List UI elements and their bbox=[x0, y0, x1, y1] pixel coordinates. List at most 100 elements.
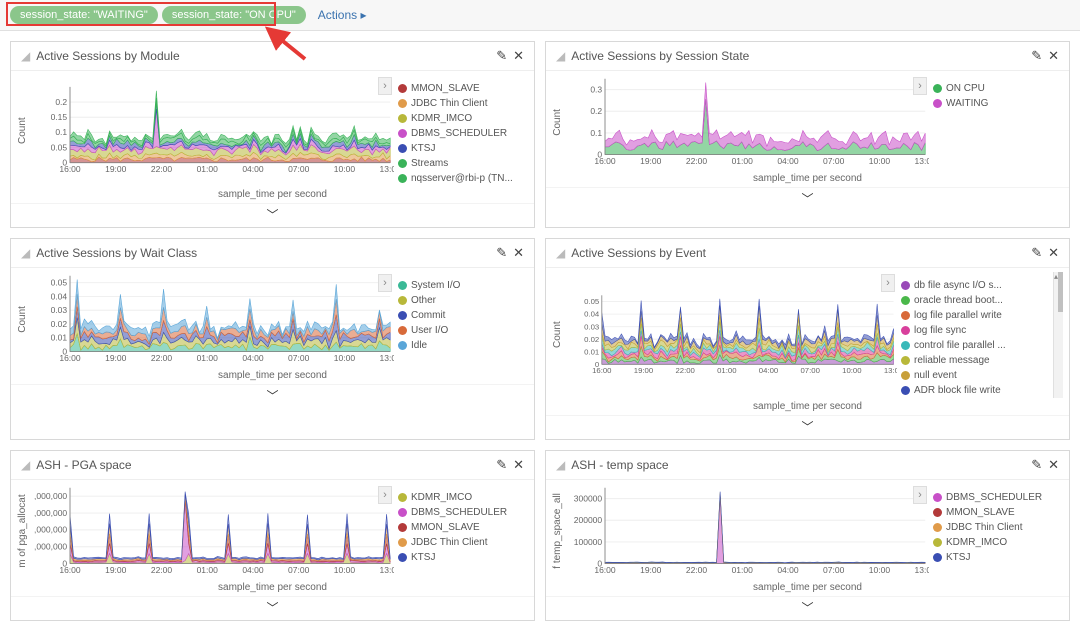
legend-item[interactable]: JDBC Thin Client bbox=[398, 535, 528, 550]
legend-item[interactable]: KDMR_IMCO bbox=[933, 535, 1063, 550]
collapse-button[interactable]: ﹀ bbox=[11, 203, 534, 227]
legend-item[interactable]: ON CPU bbox=[933, 81, 1063, 96]
svg-text:40,000,000: 40,000,000 bbox=[34, 491, 67, 501]
remove-button[interactable]: ✕ bbox=[513, 457, 524, 473]
collapse-button[interactable]: ﹀ bbox=[546, 415, 1069, 439]
expand-button[interactable]: › bbox=[378, 77, 392, 95]
chart-area[interactable]: › 00.010.020.030.040.0516:0019:0022:0001… bbox=[34, 272, 394, 367]
svg-text:10:00: 10:00 bbox=[842, 366, 861, 375]
legend-label: DBMS_SCHEDULER bbox=[411, 505, 507, 520]
legend: DBMS_SCHEDULERMMON_SLAVEJDBC Thin Client… bbox=[933, 484, 1063, 579]
legend-label: MMON_SLAVE bbox=[411, 520, 480, 535]
edit-button[interactable]: ✎ bbox=[496, 457, 507, 473]
svg-text:0.02: 0.02 bbox=[51, 319, 68, 329]
chart-area[interactable]: › 00.10.20.316:0019:0022:0001:0004:0007:… bbox=[569, 75, 929, 170]
edit-button[interactable]: ✎ bbox=[1031, 48, 1042, 64]
remove-button[interactable]: ✕ bbox=[1048, 48, 1059, 64]
legend-item[interactable]: Idle bbox=[398, 338, 528, 353]
legend-item[interactable]: control file parallel ... bbox=[901, 338, 1049, 353]
collapse-button[interactable]: ﹀ bbox=[546, 596, 1069, 620]
legend-item[interactable]: oracle thread boot... bbox=[901, 293, 1049, 308]
legend-swatch bbox=[933, 84, 942, 93]
legend-item[interactable]: MMON_SLAVE bbox=[398, 81, 528, 96]
chart-area[interactable]: › 010,000,00020,000,00030,000,00040,000,… bbox=[34, 484, 394, 579]
legend-item[interactable]: DBMS_SCHEDULER bbox=[398, 126, 528, 141]
legend-item[interactable]: log file parallel write bbox=[901, 308, 1049, 323]
legend-item[interactable]: JDBC Thin Client bbox=[398, 96, 528, 111]
edit-button[interactable]: ✎ bbox=[1031, 245, 1042, 261]
collapse-button[interactable]: ﹀ bbox=[11, 596, 534, 620]
legend-item[interactable]: KTSJ bbox=[933, 550, 1063, 565]
actions-menu[interactable]: Actions ▸ bbox=[318, 8, 367, 22]
expand-button[interactable]: › bbox=[378, 274, 392, 292]
chart-area[interactable]: › 00.010.020.030.040.0516:0019:0022:0001… bbox=[569, 272, 897, 398]
svg-text:0.3: 0.3 bbox=[590, 84, 602, 94]
svg-text:22:00: 22:00 bbox=[675, 366, 694, 375]
edit-button[interactable]: ✎ bbox=[496, 48, 507, 64]
chart-area[interactable]: › 010000020000030000016:0019:0022:0001:0… bbox=[569, 484, 929, 579]
svg-text:30,000,000: 30,000,000 bbox=[34, 508, 67, 518]
legend-swatch bbox=[901, 356, 910, 365]
legend-item[interactable]: db file async I/O s... bbox=[901, 278, 1049, 293]
expand-button[interactable]: › bbox=[913, 486, 927, 504]
panel-title: Active Sessions by Session State bbox=[571, 49, 1025, 63]
remove-button[interactable]: ✕ bbox=[1048, 457, 1059, 473]
legend-item[interactable]: User I/O bbox=[398, 323, 528, 338]
legend-item[interactable]: KTSJ bbox=[398, 550, 528, 565]
legend-item[interactable]: reliable message bbox=[901, 353, 1049, 368]
legend-label: MMON_SLAVE bbox=[411, 81, 480, 96]
svg-text:0.04: 0.04 bbox=[584, 310, 600, 319]
legend-label: oracle thread boot... bbox=[914, 293, 1003, 308]
legend-item[interactable]: log file sync bbox=[901, 323, 1049, 338]
legend-item[interactable]: ADR block file write bbox=[901, 383, 1049, 398]
chart-area[interactable]: › 00.050.10.150.216:0019:0022:0001:0004:… bbox=[34, 75, 394, 186]
legend-item[interactable]: JDBC Thin Client bbox=[933, 520, 1063, 535]
legend-item[interactable]: Commit bbox=[398, 308, 528, 323]
collapse-button[interactable]: ﹀ bbox=[546, 187, 1069, 211]
svg-text:19:00: 19:00 bbox=[105, 164, 127, 174]
svg-text:22:00: 22:00 bbox=[151, 164, 173, 174]
legend-item[interactable]: System I/O bbox=[398, 278, 528, 293]
panel-wait: ◢ Active Sessions by Wait Class ✎ ✕ Coun… bbox=[10, 238, 535, 440]
remove-button[interactable]: ✕ bbox=[513, 245, 524, 261]
svg-text:0.05: 0.05 bbox=[51, 278, 68, 288]
legend-item[interactable]: KDMR_IMCO bbox=[398, 111, 528, 126]
legend-label: Commit bbox=[411, 308, 445, 323]
legend-label: JDBC Thin Client bbox=[411, 96, 488, 111]
edit-button[interactable]: ✎ bbox=[1031, 457, 1042, 473]
panel-title: Active Sessions by Wait Class bbox=[36, 246, 490, 260]
legend-item[interactable]: MMON_SLAVE bbox=[398, 520, 528, 535]
collapse-button[interactable]: ﹀ bbox=[11, 384, 534, 408]
filter-pill-waiting[interactable]: session_state: "WAITING" bbox=[10, 6, 158, 24]
filter-pill-oncpu[interactable]: session_state: "ON CPU" bbox=[162, 6, 306, 24]
expand-button[interactable]: › bbox=[913, 77, 927, 95]
svg-text:0.05: 0.05 bbox=[51, 142, 68, 152]
panel-title: Active Sessions by Event bbox=[571, 246, 1025, 260]
expand-button[interactable]: › bbox=[881, 274, 895, 292]
legend-item[interactable]: Other bbox=[398, 293, 528, 308]
legend-swatch bbox=[398, 553, 407, 562]
legend-item[interactable]: KDMR_IMCO bbox=[398, 490, 528, 505]
legend-item[interactable]: null event bbox=[901, 368, 1049, 383]
panel-header: ◢ ASH - temp space ✎ ✕ bbox=[546, 451, 1069, 480]
legend-swatch bbox=[901, 386, 910, 395]
svg-text:19:00: 19:00 bbox=[634, 366, 653, 375]
legend-item[interactable]: KTSJ bbox=[398, 141, 528, 156]
legend-item[interactable]: DBMS_SCHEDULER bbox=[398, 505, 528, 520]
expand-button[interactable]: › bbox=[378, 486, 392, 504]
legend-item[interactable]: MMON_SLAVE bbox=[933, 505, 1063, 520]
svg-text:0.03: 0.03 bbox=[584, 322, 599, 331]
legend-item[interactable]: WAITING bbox=[933, 96, 1063, 111]
legend-scrollbar[interactable]: ▴ bbox=[1053, 272, 1063, 398]
legend-label: KTSJ bbox=[411, 141, 435, 156]
legend-label: User I/O bbox=[411, 323, 448, 338]
remove-button[interactable]: ✕ bbox=[1048, 245, 1059, 261]
legend-item[interactable]: nqsserver@rbi-p (TN... bbox=[398, 171, 528, 186]
edit-button[interactable]: ✎ bbox=[496, 245, 507, 261]
legend-item[interactable]: Streams bbox=[398, 156, 528, 171]
y-axis-label: Count bbox=[15, 272, 30, 367]
remove-button[interactable]: ✕ bbox=[513, 48, 524, 64]
legend-item[interactable]: DBMS_SCHEDULER bbox=[933, 490, 1063, 505]
x-axis-label: sample_time per second bbox=[546, 581, 1069, 596]
legend-label: nqsserver@rbi-p (TN... bbox=[411, 171, 513, 186]
